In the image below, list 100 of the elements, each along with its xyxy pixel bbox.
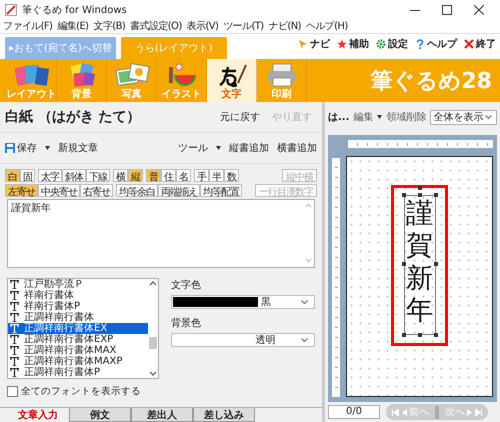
new-document-button[interactable]: 新規文章 [58,141,98,155]
text-color-label: 文字色 [171,278,202,292]
undo-button[interactable]: 元に戻す [220,110,260,124]
scrollbar [304,201,313,265]
rotate-handle[interactable] [418,186,422,190]
format-button[interactable]: 下線 [86,169,110,182]
font-list-item[interactable]: 正調祥南行書体 [8,312,148,323]
format-button[interactable]: 太字 [38,169,62,182]
resize-handle[interactable] [418,193,422,197]
format-button[interactable]: 数 [224,169,239,182]
add-horizontal-text-button[interactable]: 横書追加 [277,141,317,155]
vertical-text: 謹賀新年 [406,198,434,328]
toolbar-link[interactable]: 設定 [376,37,408,51]
close-icon[interactable] [474,4,484,14]
toolbar-link[interactable]: 終了 [464,37,496,51]
font-icon [10,313,19,322]
resize-handle[interactable] [434,262,438,266]
format-button[interactable]: 斜体 [62,169,86,182]
close-icon [464,39,474,49]
text-color-dropdown[interactable]: 黒 [171,295,315,309]
menu-item[interactable]: ファイル(F) [3,19,52,33]
zoom-dropdown[interactable]: 全体を表示 [430,110,498,124]
toolbar-link[interactable]: ナビ [298,37,330,51]
delete-area-button[interactable]: 領域削除 [386,110,426,124]
tools-button[interactable]: ツール [178,141,208,155]
format-button[interactable]: 左寄せ [5,184,38,197]
font-icon [10,324,19,333]
format-button[interactable]: 縦 [128,169,143,182]
menu-item[interactable]: ツール(T) [223,19,264,33]
font-icon [10,335,19,344]
page-count-field: 0/0 [328,405,380,419]
format-button[interactable]: 中央寄せ [38,184,80,197]
format-button[interactable]: 住 [161,169,176,182]
font-icon [10,302,19,311]
resize-handle[interactable] [402,193,406,197]
font-list-item[interactable]: 祥南行書体 [8,290,148,301]
triangle-right-icon [467,408,472,416]
app-icon [5,4,17,16]
bottom-tab[interactable]: 差出人 [131,408,193,422]
chevron-down-icon [301,300,308,304]
preview-title: は... [328,111,350,124]
resize-handle[interactable] [402,333,406,337]
toolbar-link[interactable]: ヘルプ [415,37,457,51]
triangle-left-icon [402,408,407,416]
font-list-item[interactable]: 祥南行書体P [8,301,148,312]
font-icon [10,291,19,300]
cursor-icon [298,39,308,49]
photos-icon [114,61,150,87]
caret-icon[interactable] [377,115,382,119]
format-button[interactable]: 手 [194,169,209,182]
bottom-tab[interactable]: 差し込み [193,408,255,422]
chevron-down-icon [485,115,492,119]
format-button[interactable]: 固 [20,169,35,182]
resize-handle[interactable] [402,262,406,266]
font-list-item[interactable]: 正調祥南行書体EXP [8,334,148,345]
format-button[interactable]: 白 [5,169,20,182]
edit-button[interactable]: 編集 [353,110,374,124]
font-icon [10,357,19,366]
document-title: 白紙 （はがき たて） [5,108,141,126]
caret-icon[interactable] [216,146,221,150]
checkbox-label: 全てのフォントを表示する [21,385,141,398]
resize-handle[interactable] [418,333,422,337]
app-logo: 筆ぐるめ28 [369,68,493,96]
format-button[interactable]: 均等余白 [116,184,158,197]
font-list-item[interactable]: 正調祥南行書体P [8,367,148,378]
gear-icon [376,39,386,49]
caret-icon[interactable] [45,146,50,150]
help-icon [415,39,425,49]
menu-item[interactable]: 表示(V) [186,19,218,33]
save-button[interactable]: 保存 [5,141,37,155]
background-color-dropdown[interactable]: 透明 [171,333,315,347]
font-icon [10,280,19,289]
menu-item[interactable]: 編集(E) [57,19,88,33]
maximize-icon[interactable] [442,4,452,14]
font-list-item[interactable]: 正調祥南行書体MAXP [8,356,148,367]
bottom-tab[interactable]: 例文 [69,408,131,422]
format-button[interactable]: 右寄せ [80,184,113,197]
menu-item[interactable]: 書式設定(O) [130,19,182,33]
menu-item[interactable]: ヘルプ(H) [306,19,348,33]
format-button[interactable]: 半 [209,169,224,182]
font-list-item[interactable]: 正調祥南行書体MAX [8,345,148,356]
window-title: 筆ぐるめ for Windows [22,4,128,16]
format-button[interactable]: 名 [176,169,191,182]
menu-item[interactable]: 文字(B) [93,19,126,33]
text-input-field[interactable]: 謹賀新年 [7,199,315,268]
add-vertical-text-button[interactable]: 縦書追加 [229,141,269,155]
resize-handle[interactable] [434,333,438,337]
format-button[interactable]: 横 [113,169,128,182]
checkbox[interactable] [7,386,18,397]
background-color-label: 背景色 [171,316,202,330]
menu-item[interactable]: ナビ(N) [268,19,301,33]
chevron-down-icon [301,338,308,342]
format-button[interactable]: 両端揃え [158,184,200,197]
format-button[interactable]: 普 [146,169,161,182]
toolbar-link[interactable]: 補助 [337,37,369,51]
star-icon [337,39,347,49]
resize-handle[interactable] [434,193,438,197]
font-icon [10,368,19,377]
format-button[interactable]: 均等配置 [200,184,242,197]
font-list-item[interactable]: 正調祥南行書体EX [8,323,148,334]
